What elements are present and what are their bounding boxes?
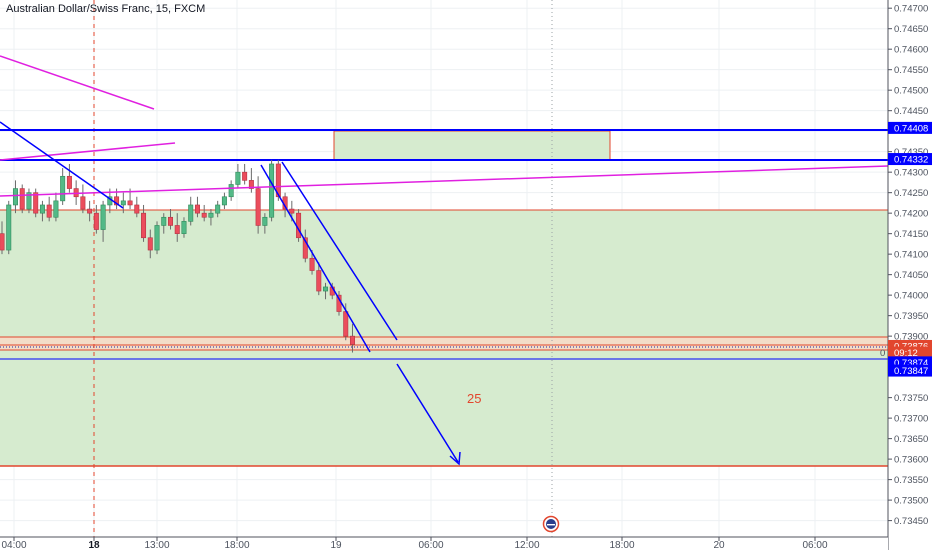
price-label-text: 0.73847: [894, 366, 928, 377]
candle-bear: [0, 233, 5, 251]
candle-bull: [39, 204, 45, 214]
time-axis-panel: [0, 537, 888, 550]
candle-bear: [93, 212, 99, 230]
time-tick-label: 04:00: [1, 540, 26, 550]
candle-bull: [188, 204, 194, 222]
candle-bull: [181, 221, 187, 234]
time-tick-label: 19: [330, 540, 342, 550]
price-tick-label: 0.74050: [894, 270, 928, 281]
partial-price-label: 0: [880, 348, 885, 359]
candle-bear: [343, 311, 349, 337]
chart-title: Australian Dollar/Swiss Franc, 15, FXCM: [6, 3, 206, 15]
candle-bull: [161, 216, 167, 226]
annotation-text: 25: [467, 391, 481, 406]
candle-bear: [80, 196, 86, 210]
time-tick-label: 06:00: [802, 540, 827, 550]
price-tick-label: 0.74700: [894, 4, 928, 15]
candle-bull: [262, 216, 268, 226]
magenta-trendline-upper: [0, 55, 155, 110]
chart-canvas[interactable]: 25 0.74700 0.74650 0.74600 0.74550 0.74500 0.7…: [0, 0, 932, 550]
economic-event-icon[interactable]: [542, 515, 560, 533]
price-tick-label: 0.74550: [894, 65, 928, 76]
candle-bear: [316, 270, 322, 292]
candle-bear: [289, 208, 295, 214]
candle-bear: [174, 225, 180, 234]
price-tick-label: 0.74250: [894, 188, 928, 199]
candle-bear: [168, 216, 174, 226]
price-tick-label: 0.73450: [894, 516, 928, 527]
candle-bear: [242, 171, 248, 181]
price-tick-label: 0.73500: [894, 496, 928, 507]
price-label-text: 0.74332: [894, 155, 928, 166]
candle-bull: [221, 196, 227, 206]
candle-bull: [6, 204, 12, 251]
price-tick-label: 0.74500: [894, 86, 928, 97]
candle-bear: [33, 192, 39, 214]
candle-bear: [134, 204, 140, 214]
price-tick-label: 0.73950: [894, 311, 928, 322]
price-tick-label: 0.73750: [894, 393, 928, 404]
candle-bear: [201, 212, 207, 218]
candle-bull: [323, 286, 329, 292]
candle-bear: [19, 188, 25, 210]
price-tick-label: 0.74650: [894, 24, 928, 35]
candle-bull: [100, 204, 106, 230]
candle-bull: [208, 212, 214, 218]
price-tick-label: 0.74300: [894, 168, 928, 179]
candle-bear: [194, 204, 200, 214]
price-tick-label: 0.73700: [894, 414, 928, 425]
price-tick-label: 0.74150: [894, 229, 928, 240]
time-tick-label: 18:00: [609, 540, 634, 550]
chart[interactable]: 25 0.74700 0.74650 0.74600 0.74550 0.74500 0.7…: [0, 0, 932, 550]
price-tick-label: 0.74000: [894, 291, 928, 302]
price-tick-label: 0.73600: [894, 455, 928, 466]
candle-bull: [269, 163, 275, 218]
event-icon-stripe: [547, 524, 555, 526]
candle-bull: [228, 184, 234, 198]
price-tick-label: 0.73650: [894, 434, 928, 445]
price-tick-label: 0.73550: [894, 475, 928, 486]
candle-bear: [46, 204, 52, 218]
price-tick-label: 0.74200: [894, 209, 928, 220]
candle-bull: [60, 175, 66, 202]
time-tick-label: 12:00: [514, 540, 539, 550]
magenta-trendline-long: [0, 165, 889, 197]
candle-bear: [147, 237, 153, 251]
candle-bull: [235, 171, 241, 185]
price-label-text: 0.74408: [894, 123, 928, 134]
price-tick-label: 0.74600: [894, 45, 928, 56]
candle-bear: [255, 188, 261, 226]
time-tick-label: 18: [88, 540, 100, 550]
candle-bull: [120, 200, 126, 206]
candle-bull: [53, 200, 59, 218]
candle-bear: [141, 212, 147, 239]
supply-zone-box: [333, 130, 611, 161]
candle-bull: [215, 204, 221, 214]
price-band: [0, 337, 888, 350]
candle-bear: [66, 175, 72, 189]
time-tick-label: 20: [713, 540, 725, 550]
candle-bear: [127, 200, 133, 206]
time-tick-label: 13:00: [144, 540, 169, 550]
price-tick-label: 0.74100: [894, 250, 928, 261]
candle-bear: [349, 335, 355, 345]
time-tick-label: 18:00: [224, 540, 249, 550]
candle-bear: [87, 208, 93, 214]
candle-bear: [309, 257, 315, 271]
time-tick-label: 06:00: [418, 540, 443, 550]
candle-bull: [12, 188, 18, 206]
price-tick-label: 0.74450: [894, 106, 928, 117]
candle-bull: [154, 225, 160, 251]
